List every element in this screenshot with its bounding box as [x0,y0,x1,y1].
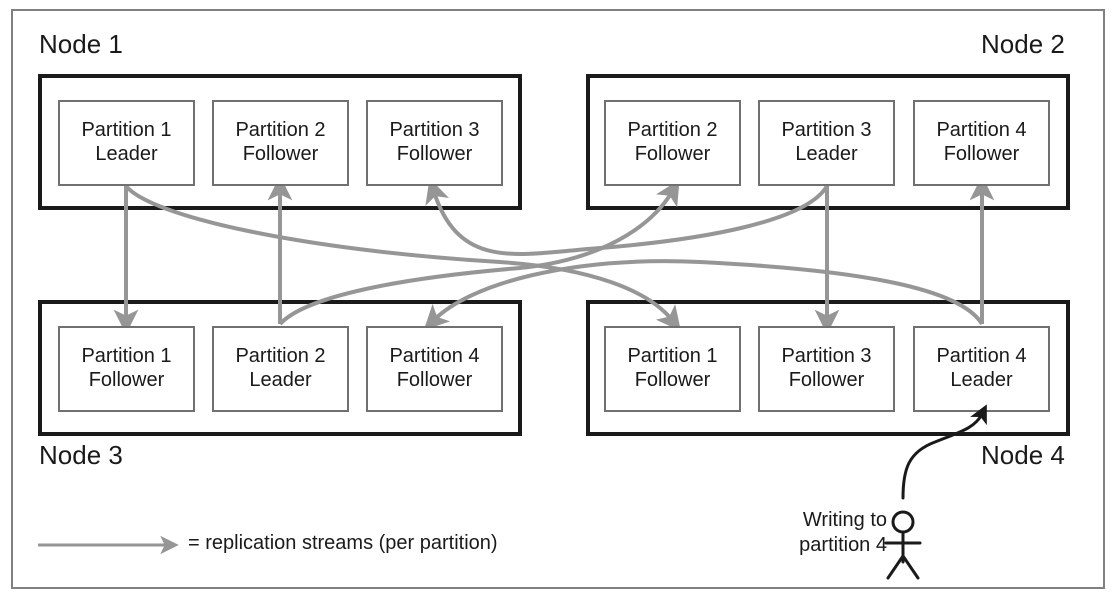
partition-name: Partition 1 [627,345,718,368]
partition-box-node2-1[interactable]: Partition 3 Leader [758,100,895,186]
partition-role: Leader [95,143,158,165]
partition-box-node4-2[interactable]: Partition 4 Leader [913,326,1050,412]
partition-role: Follower [242,143,319,165]
partition-role: Follower [634,369,711,391]
partition-role: Follower [396,143,473,165]
partition-role: Follower [788,369,865,391]
node-label-node3: Node 3 [39,440,123,470]
partition-role: Leader [795,143,858,165]
client-write-caption-line1: Writing to [802,509,887,531]
partition-name: Partition 4 [936,119,1027,142]
partition-name: Partition 1 [81,119,172,142]
diagram-canvas: Partition 1 Leader Partition 2 Follower … [0,0,1118,599]
partition-name: Partition 3 [781,345,872,368]
partition-role: Follower [634,143,711,165]
partition-name: Partition 1 [81,345,172,368]
node-label-node1: Node 1 [39,29,123,59]
partition-role: Follower [943,143,1020,165]
client-write-caption-line2: partition 4 [799,534,887,556]
partition-name: Partition 4 [389,345,480,368]
partition-box-node3-2[interactable]: Partition 4 Follower [366,326,503,412]
partition-box-node1-1[interactable]: Partition 2 Follower [212,100,349,186]
partition-name: Partition 2 [235,345,326,368]
partition-box-node2-0[interactable]: Partition 2 Follower [604,100,741,186]
partition-box-node4-1[interactable]: Partition 3 Follower [758,326,895,412]
partition-role: Follower [396,369,473,391]
partition-box-node3-1[interactable]: Partition 2 Leader [212,326,349,412]
node-label-node4: Node 4 [981,440,1065,470]
partition-box-node1-2[interactable]: Partition 3 Follower [366,100,503,186]
node-label-node2: Node 2 [981,29,1065,59]
partition-box-node1-0[interactable]: Partition 1 Leader [58,100,195,186]
partition-box-node4-0[interactable]: Partition 1 Follower [604,326,741,412]
client-write-caption: Writing to partition 4 [747,508,887,558]
partition-role: Follower [88,369,165,391]
partition-role: Leader [950,369,1013,391]
partition-box-node2-2[interactable]: Partition 4 Follower [913,100,1050,186]
partition-name: Partition 3 [781,119,872,142]
legend-label: = replication streams (per partition) [188,532,498,554]
partition-name: Partition 3 [389,119,480,142]
partition-box-node3-0[interactable]: Partition 1 Follower [58,326,195,412]
partition-name: Partition 2 [627,119,718,142]
partition-name: Partition 4 [936,345,1027,368]
partition-role: Leader [249,369,312,391]
partition-name: Partition 2 [235,119,326,142]
